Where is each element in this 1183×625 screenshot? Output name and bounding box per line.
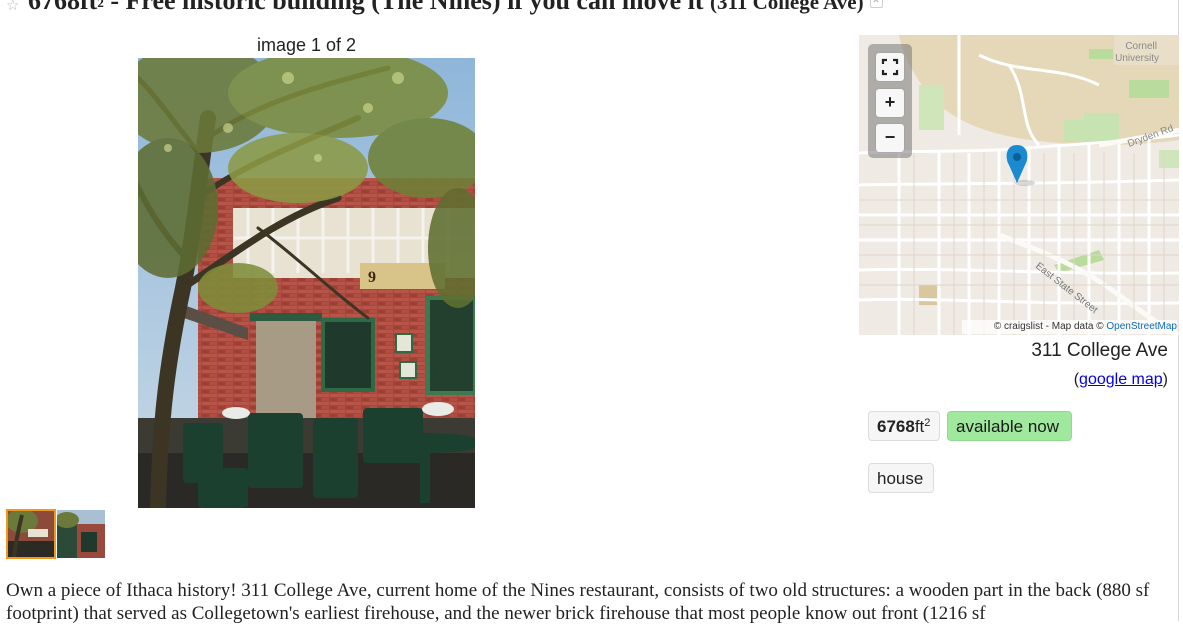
- posting-address: 311 College Ave: [1031, 340, 1168, 361]
- image-counter: image 1 of 2: [256, 35, 357, 55]
- openstreetmap-link[interactable]: OpenStreetMap: [1106, 321, 1177, 332]
- svg-text:9: 9: [368, 269, 376, 286]
- main-photo[interactable]: 9: [138, 58, 475, 508]
- attr-square-footage: 6768ft2: [868, 411, 940, 441]
- title-text: - Free historic building (The Nines) if …: [103, 0, 710, 15]
- map-attribution: © craigslist - Map data © OpenStreetMap: [962, 320, 1177, 334]
- posting-title: 6768ft2 - Free historic building (The Ni…: [28, 0, 883, 17]
- attr-housing-type: house: [868, 463, 934, 493]
- map-zoom-in-button[interactable]: +: [876, 89, 904, 117]
- star-icon[interactable]: ☆: [6, 0, 19, 14]
- google-map-link[interactable]: google map: [1079, 371, 1163, 388]
- paren-close: ): [1162, 371, 1168, 388]
- hide-posting-icon[interactable]: ✕: [869, 0, 883, 8]
- thumbnail-2[interactable]: [57, 510, 105, 558]
- title-size: 6768ft: [28, 0, 98, 15]
- title-size-superscript: 2: [97, 0, 104, 10]
- posting-title-row: ☆ 6768ft2 - Free historic building (The …: [0, 0, 1180, 20]
- map-attribution-text: © craigslist - Map data ©: [993, 321, 1107, 332]
- map-fullscreen-button[interactable]: [876, 53, 904, 81]
- fullscreen-icon: [881, 58, 899, 76]
- map-label-cornell-line2: University: [1115, 53, 1159, 64]
- map-zoom-out-button[interactable]: −: [876, 124, 904, 152]
- google-map-line: (google map): [960, 371, 1168, 389]
- posting-body: Own a piece of Ithaca history! 311 Colle…: [6, 580, 1150, 624]
- attr-availability: available now: [947, 411, 1072, 441]
- sqft-value: 6768: [877, 417, 915, 436]
- map-label-cornell-line1: Cornell: [1125, 41, 1157, 52]
- thumbnail-1-selected[interactable]: [6, 509, 56, 559]
- sqft-superscript: 2: [924, 417, 931, 429]
- sqft-unit: ft: [914, 417, 925, 436]
- title-location: (311 College Ave): [710, 0, 864, 14]
